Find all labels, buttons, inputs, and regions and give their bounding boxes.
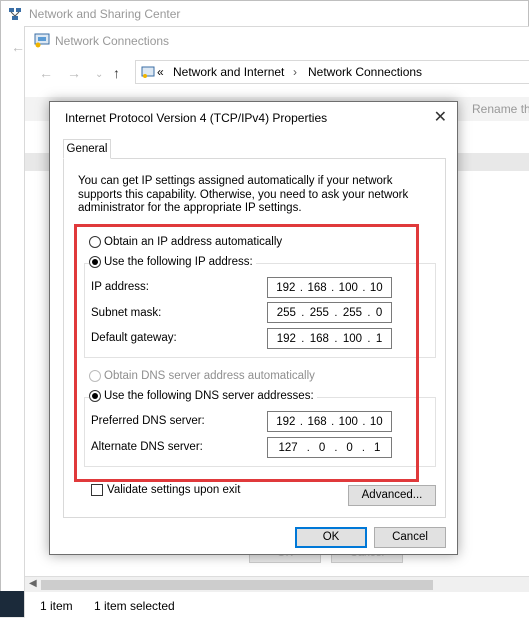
subnet-mask-label: Subnet mask: <box>91 307 162 319</box>
tab-general[interactable]: General <box>63 139 111 159</box>
subnet-mask-field[interactable]: 255. 255. 255. 0 <box>267 302 392 323</box>
ip-auto-radio[interactable] <box>89 236 101 248</box>
network-connections-icon <box>141 66 155 78</box>
back-icon[interactable]: ← <box>39 65 53 81</box>
advanced-button[interactable]: Advanced... <box>348 485 436 506</box>
network-icon <box>9 8 21 20</box>
address-bar[interactable]: « Network and Internet › Network Connect… <box>135 60 529 84</box>
validate-option[interactable]: Validate settings upon exit <box>91 484 240 496</box>
dns-auto-radio[interactable] <box>89 370 101 382</box>
up-icon[interactable]: ↑ <box>113 65 120 81</box>
breadcrumb-overflow[interactable]: « <box>157 65 164 79</box>
scroll-left-icon[interactable]: ◀ <box>29 578 37 589</box>
item-count: 1 item <box>40 599 73 613</box>
selection-count: 1 item selected <box>94 599 175 613</box>
ip-address-field[interactable]: 192. 168. 100. 10 <box>267 277 392 298</box>
breadcrumb-network-connections[interactable]: Network Connections <box>308 65 422 79</box>
ip-address-label: IP address: <box>91 281 149 293</box>
ip-auto-option[interactable]: Obtain an IP address automatically <box>89 236 282 248</box>
validate-label: Validate settings upon exit <box>107 484 241 496</box>
preferred-dns-field[interactable]: 192. 168. 100. 10 <box>267 411 392 432</box>
ipv4-properties-dialog: Internet Protocol Version 4 (TCP/IPv4) P… <box>49 101 458 555</box>
alternate-dns-label: Alternate DNS server: <box>91 441 203 453</box>
dns-auto-option[interactable]: Obtain DNS server address automatically <box>89 370 315 382</box>
scrollbar-thumb[interactable] <box>41 580 433 590</box>
general-tab-panel: You can get IP settings assigned automat… <box>63 158 446 518</box>
intro-text: You can get IP settings assigned automat… <box>78 175 409 214</box>
horizontal-scrollbar[interactable]: ◀ <box>25 576 529 592</box>
breadcrumb-network-and-internet[interactable]: Network and Internet <box>173 65 284 79</box>
dns-manual-radio[interactable] <box>89 390 101 402</box>
window-title: Network Connections <box>55 34 170 48</box>
forward-icon[interactable]: → <box>67 65 81 81</box>
cancel-button[interactable]: Cancel <box>374 527 446 548</box>
dns-manual-option[interactable]: Use the following DNS server addresses: <box>89 390 317 402</box>
status-bar: 1 item 1 item selected <box>25 593 529 618</box>
alternate-dns-field[interactable]: 127. 0. 0. 1 <box>267 437 392 458</box>
ip-manual-radio[interactable] <box>89 256 101 268</box>
back-arrow-icon[interactable]: ← <box>11 39 25 55</box>
preferred-dns-label: Preferred DNS server: <box>91 415 205 427</box>
dialog-title: Internet Protocol Version 4 (TCP/IPv4) P… <box>65 111 328 125</box>
close-icon[interactable]: ✕ <box>434 107 447 127</box>
default-gateway-label: Default gateway: <box>91 332 177 344</box>
ip-auto-label: Obtain an IP address automatically <box>104 236 283 248</box>
rename-command[interactable]: Rename th <box>472 102 529 116</box>
validate-checkbox[interactable] <box>91 484 103 496</box>
ip-manual-label: Use the following IP address: <box>104 256 253 268</box>
window-title: Network and Sharing Center <box>29 7 181 21</box>
dns-manual-label: Use the following DNS server addresses: <box>104 390 314 402</box>
taskbar-edge <box>0 591 24 617</box>
default-gateway-field[interactable]: 192. 168. 100. 1 <box>267 328 392 349</box>
ok-button[interactable]: OK <box>295 527 367 548</box>
ip-manual-option[interactable]: Use the following IP address: <box>89 256 256 268</box>
breadcrumb-chevron-icon[interactable]: › <box>293 65 297 79</box>
recent-locations-chevron-icon[interactable]: ⌄ <box>95 69 103 80</box>
network-connections-icon <box>34 33 50 48</box>
dns-auto-label: Obtain DNS server address automatically <box>104 370 315 382</box>
